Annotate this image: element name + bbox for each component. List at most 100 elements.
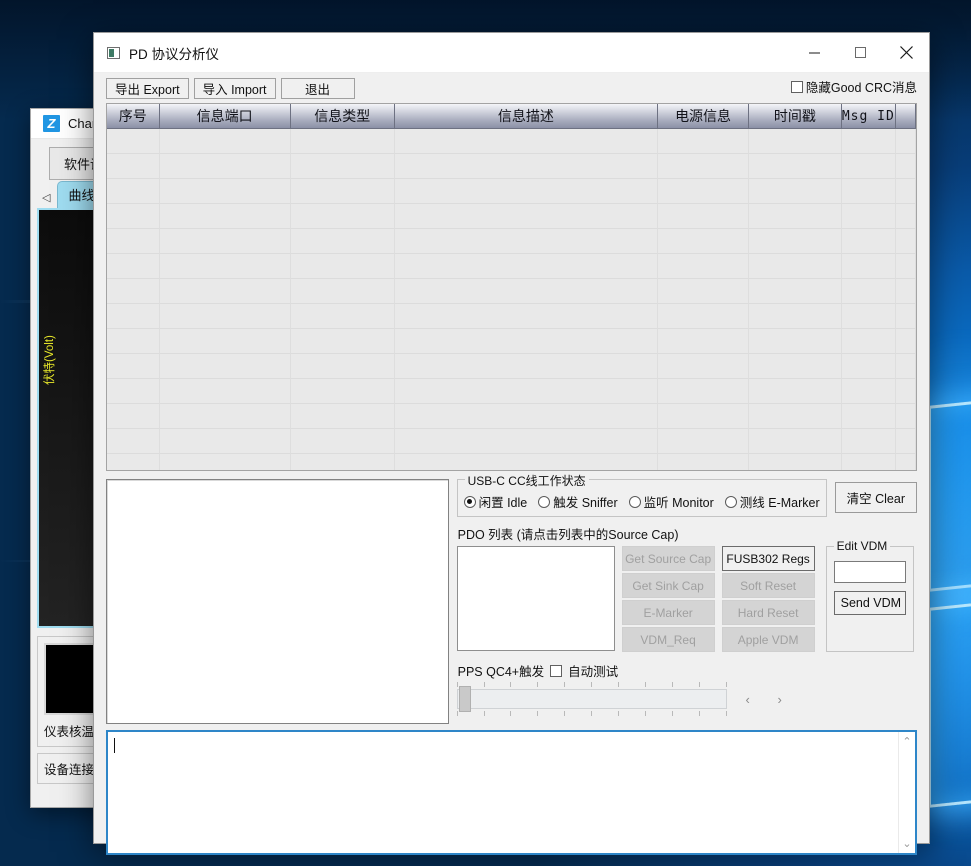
cc-mode-option[interactable]: 闲置 Idle [464, 492, 528, 511]
table-column-header[interactable]: 序号 [107, 104, 160, 129]
table-cell[interactable] [107, 429, 160, 454]
table-cell[interactable] [395, 354, 658, 379]
table-cell[interactable] [291, 154, 395, 179]
table-cell[interactable] [749, 329, 841, 354]
table-cell[interactable] [160, 179, 291, 204]
table-cell[interactable] [107, 204, 160, 229]
table-cell[interactable] [107, 179, 160, 204]
message-table[interactable]: 序号信息端口信息类型信息描述电源信息时间戳Msg ID [106, 103, 917, 471]
table-cell[interactable] [749, 404, 841, 429]
table-cell[interactable] [107, 404, 160, 429]
table-cell[interactable] [896, 254, 916, 279]
table-cell[interactable] [291, 204, 395, 229]
table-row[interactable] [107, 429, 916, 454]
cc-mode-radio-group[interactable]: 闲置 Idle触发 Sniffer监听 Monitor测线 E-Marker [464, 492, 820, 511]
table-cell[interactable] [658, 404, 749, 429]
table-cell[interactable] [658, 354, 749, 379]
auto-test-checkbox[interactable] [550, 665, 562, 677]
table-column-header[interactable] [896, 104, 916, 129]
log-textarea-input[interactable] [108, 732, 898, 853]
cc-mode-option[interactable]: 监听 Monitor [629, 492, 714, 511]
table-column-header[interactable]: Msg ID [842, 104, 897, 129]
table-cell[interactable] [291, 404, 395, 429]
table-cell[interactable] [107, 154, 160, 179]
radio-button[interactable] [538, 496, 550, 508]
send-vdm-button[interactable]: Send VDM [834, 591, 906, 615]
table-cell[interactable] [749, 279, 841, 304]
table-cell[interactable] [395, 304, 658, 329]
table-cell[interactable] [395, 454, 658, 471]
table-cell[interactable] [291, 304, 395, 329]
table-cell[interactable] [107, 279, 160, 304]
table-row[interactable] [107, 229, 916, 254]
table-column-header[interactable]: 时间戳 [749, 104, 841, 129]
table-cell[interactable] [160, 254, 291, 279]
table-row[interactable] [107, 279, 916, 304]
table-cell[interactable] [160, 279, 291, 304]
log-textarea[interactable]: ⌃ ⌄ [106, 730, 917, 855]
table-cell[interactable] [896, 179, 916, 204]
table-cell[interactable] [160, 404, 291, 429]
pd-analyzer-window[interactable]: PD 协议分析仪 导出 Export 导入 Import 退出 隐藏Good C… [93, 32, 930, 844]
table-cell[interactable] [749, 179, 841, 204]
table-row[interactable] [107, 354, 916, 379]
table-cell[interactable] [658, 204, 749, 229]
table-column-header[interactable]: 电源信息 [658, 104, 749, 129]
table-cell[interactable] [896, 279, 916, 304]
table-cell[interactable] [842, 429, 897, 454]
table-cell[interactable] [160, 154, 291, 179]
table-row[interactable] [107, 404, 916, 429]
table-cell[interactable] [842, 454, 897, 471]
table-cell[interactable] [107, 329, 160, 354]
table-cell[interactable] [291, 379, 395, 404]
table-cell[interactable] [749, 229, 841, 254]
table-cell[interactable] [896, 229, 916, 254]
table-row[interactable] [107, 379, 916, 404]
table-body[interactable] [107, 129, 916, 471]
table-cell[interactable] [658, 254, 749, 279]
table-cell[interactable] [160, 429, 291, 454]
table-cell[interactable] [658, 379, 749, 404]
table-cell[interactable] [842, 379, 897, 404]
slider-next-button[interactable]: › [769, 689, 791, 709]
table-cell[interactable] [395, 379, 658, 404]
table-column-header[interactable]: 信息端口 [160, 104, 291, 129]
table-column-header[interactable]: 信息描述 [395, 104, 658, 129]
radio-button[interactable] [629, 496, 641, 508]
table-cell[interactable] [896, 429, 916, 454]
table-row[interactable] [107, 129, 916, 154]
log-scrollbar[interactable]: ⌃ ⌄ [898, 732, 915, 853]
table-cell[interactable] [395, 429, 658, 454]
table-cell[interactable] [658, 154, 749, 179]
table-cell[interactable] [291, 179, 395, 204]
pdo-action-button[interactable]: FUSB302 Regs [722, 546, 815, 571]
table-cell[interactable] [896, 154, 916, 179]
table-cell[interactable] [160, 379, 291, 404]
radio-button[interactable] [725, 496, 737, 508]
table-cell[interactable] [896, 354, 916, 379]
table-cell[interactable] [749, 429, 841, 454]
maximize-button[interactable] [837, 33, 883, 72]
table-cell[interactable] [395, 179, 658, 204]
table-cell[interactable] [395, 404, 658, 429]
table-cell[interactable] [749, 254, 841, 279]
scroll-up-icon[interactable]: ⌃ [902, 735, 911, 748]
table-cell[interactable] [107, 254, 160, 279]
table-cell[interactable] [842, 304, 897, 329]
table-cell[interactable] [291, 354, 395, 379]
window-titlebar[interactable]: PD 协议分析仪 [94, 33, 929, 73]
table-cell[interactable] [107, 229, 160, 254]
table-cell[interactable] [842, 254, 897, 279]
table-row[interactable] [107, 304, 916, 329]
table-cell[interactable] [395, 204, 658, 229]
table-cell[interactable] [842, 129, 897, 154]
table-cell[interactable] [896, 304, 916, 329]
table-cell[interactable] [842, 354, 897, 379]
table-cell[interactable] [160, 304, 291, 329]
table-row[interactable] [107, 454, 916, 471]
table-cell[interactable] [896, 329, 916, 354]
table-cell[interactable] [896, 404, 916, 429]
table-cell[interactable] [842, 204, 897, 229]
table-cell[interactable] [749, 379, 841, 404]
table-cell[interactable] [107, 129, 160, 154]
